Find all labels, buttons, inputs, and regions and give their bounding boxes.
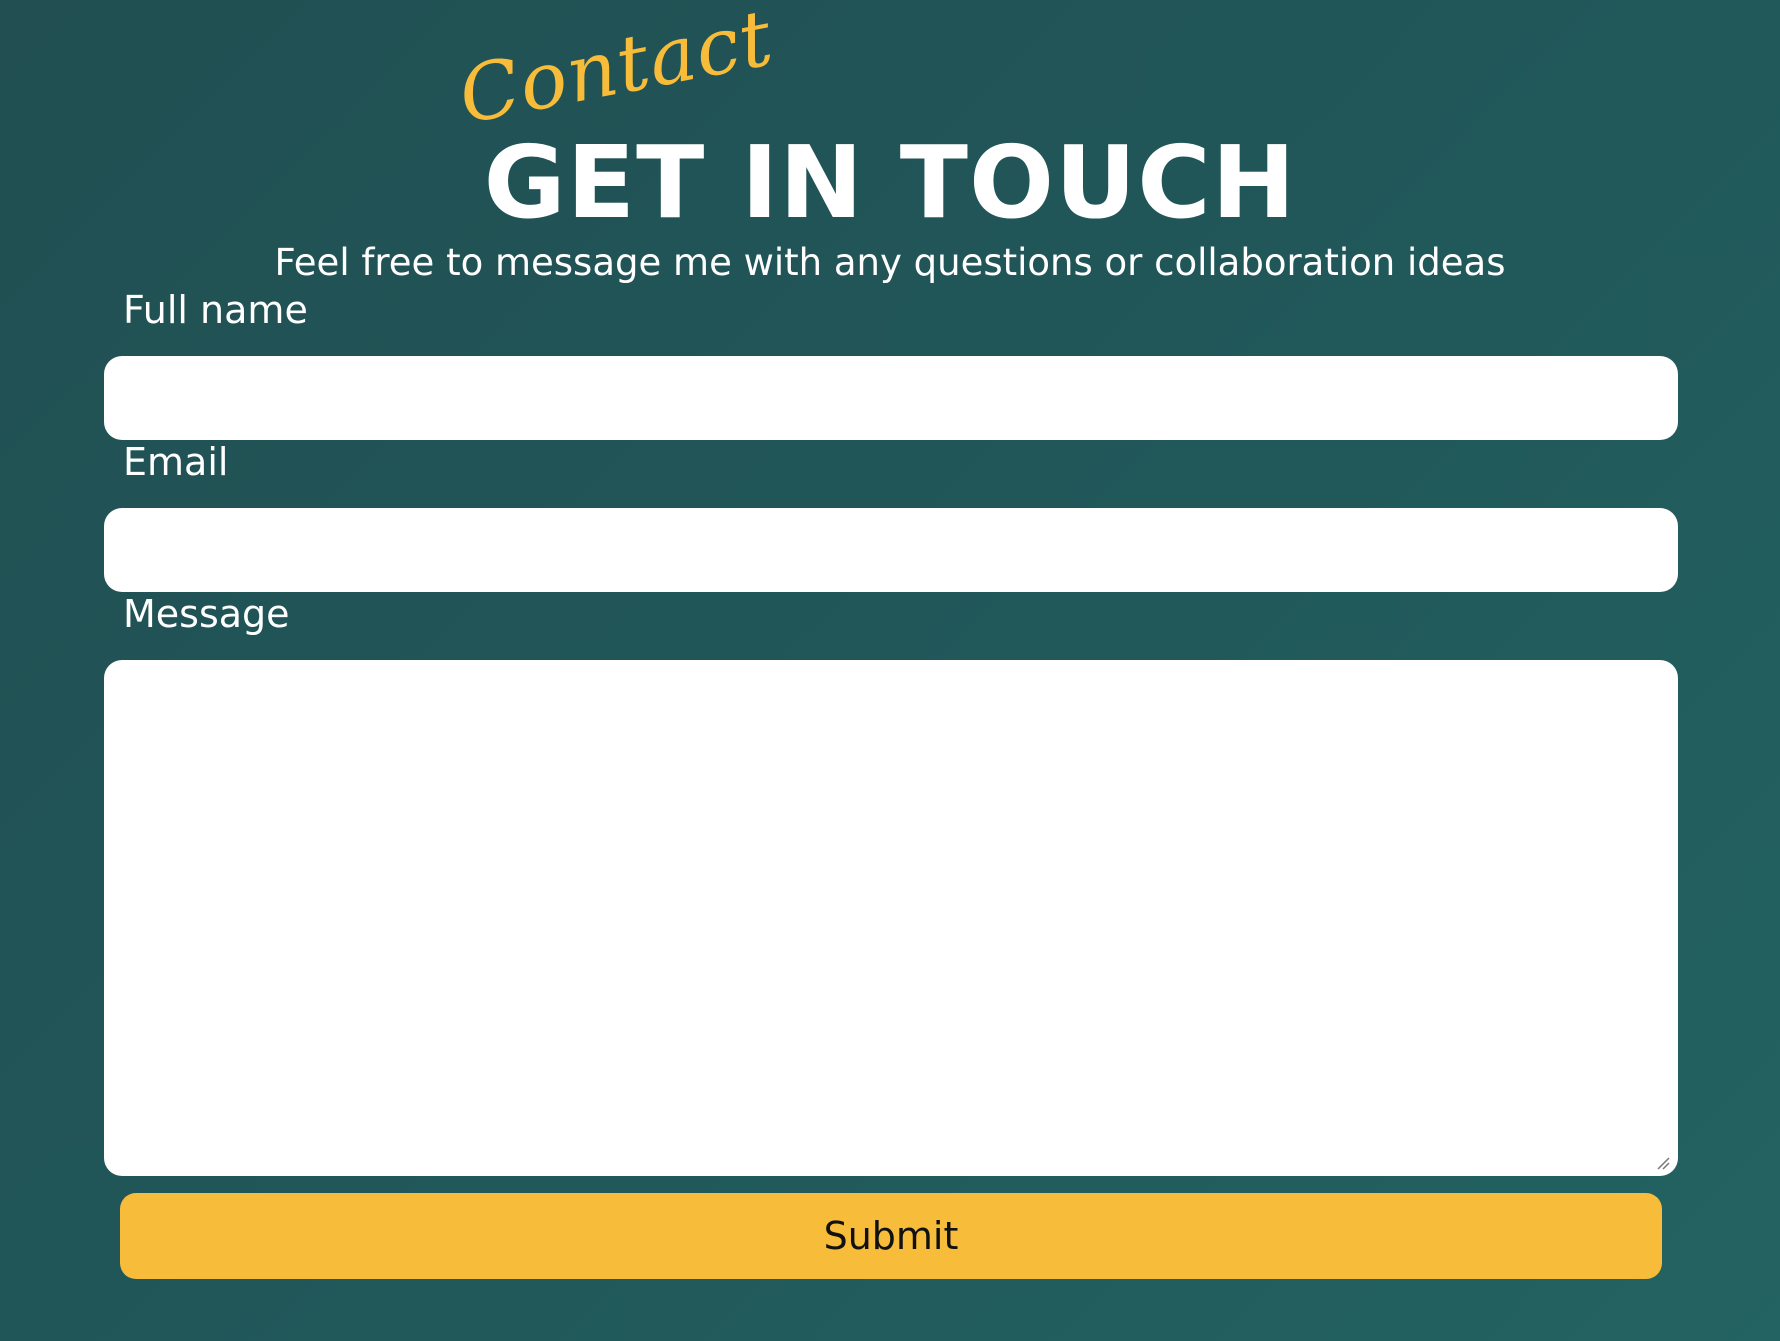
email-input[interactable] bbox=[104, 508, 1678, 592]
email-label: Email bbox=[123, 440, 229, 484]
full-name-input[interactable] bbox=[104, 356, 1678, 440]
page-title: GET IN TOUCH bbox=[483, 124, 1297, 241]
page-subtitle: Feel free to message me with any questio… bbox=[274, 241, 1506, 284]
contact-page: { "header": { "script_word": "Contact", … bbox=[0, 0, 1780, 1341]
message-textarea[interactable] bbox=[104, 660, 1678, 1176]
resize-grip-icon[interactable] bbox=[1656, 1156, 1670, 1170]
full-name-label: Full name bbox=[123, 288, 308, 332]
submit-button[interactable]: Submit bbox=[120, 1193, 1662, 1279]
contact-script-heading: Contact bbox=[451, 0, 781, 142]
message-label: Message bbox=[123, 592, 290, 636]
